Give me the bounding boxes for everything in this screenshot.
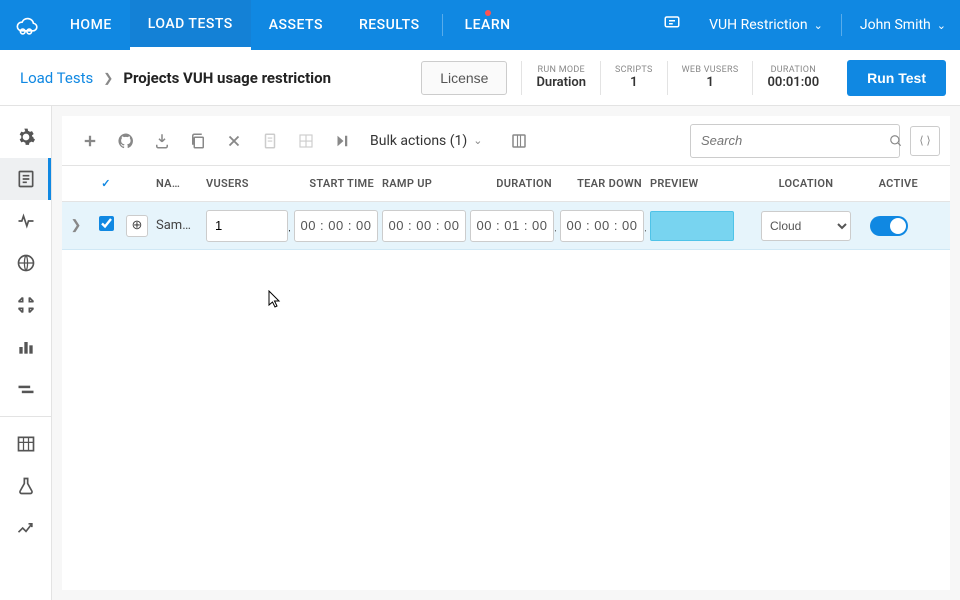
sidebar-table[interactable] [0,423,51,465]
nav-load-tests[interactable]: LOAD TESTS [130,0,251,50]
chevron-down-icon: ⌄ [473,134,482,147]
search-icon[interactable] [889,125,903,157]
page-title: Projects VUH usage restriction [123,69,331,87]
duration-label: DURATION [771,65,816,75]
sidebar-lab[interactable] [0,465,51,507]
scripts-label: SCRIPTS [615,65,653,75]
location-select[interactable]: Cloud [761,211,851,241]
duration-value: 00:01:00 [767,75,819,90]
col-active: ACTIVE [866,177,928,190]
scripts-value: 1 [630,75,637,90]
restriction-dropdown[interactable]: VUH Restriction⌄ [695,17,837,33]
check-all-icon[interactable]: ✓ [90,177,122,190]
runmode-label: RUN MODE [537,65,585,75]
search-input[interactable] [691,133,889,148]
delete-icon[interactable] [216,123,252,159]
sidebar [0,106,52,600]
webvusers-label: WEB VUSERS [682,65,739,75]
script-type-icon: ⊕ [126,215,148,237]
col-tear[interactable]: TEAR DOWN [556,177,646,190]
sidebar-settings[interactable] [0,116,51,158]
bulk-actions-dropdown[interactable]: Bulk actions (1)⌄ [370,133,483,149]
chat-icon[interactable] [649,14,695,36]
nav-home[interactable]: HOME [52,0,130,50]
table-row: ❯ ⊕ Samp… Cloud [62,202,950,250]
sidebar-scripts[interactable] [0,158,51,200]
active-toggle[interactable] [870,216,908,236]
grid-icon[interactable] [288,123,324,159]
table-header: ✓ NA… VUSERS START TIME RAMP UP DURATION… [62,166,950,202]
chevron-down-icon: ⌄ [814,19,823,32]
sub-bar: Load Tests ❯ Projects VUH usage restrict… [0,50,960,106]
sidebar-distribution[interactable] [0,368,51,410]
run-test-button[interactable]: Run Test [847,60,946,96]
col-location[interactable]: LOCATION [746,177,866,190]
toolbar: Bulk actions (1)⌄ ⟨ ⟩ [62,116,950,166]
notification-dot [485,10,491,16]
col-vusers[interactable]: VUSERS [202,177,290,190]
start-time-input[interactable] [294,210,378,242]
nav-divider [442,14,443,36]
col-start[interactable]: START TIME [290,177,378,190]
breadcrumb-link[interactable]: Load Tests [20,69,93,87]
copy-icon[interactable] [180,123,216,159]
expand-icon[interactable]: ⟨ ⟩ [910,126,940,156]
app-logo[interactable] [0,0,52,50]
nav-learn[interactable]: LEARN [447,0,529,50]
nav-results[interactable]: RESULTS [341,0,438,50]
sidebar-collapse[interactable] [0,284,51,326]
download-icon[interactable] [144,123,180,159]
add-button[interactable] [72,123,108,159]
sidebar-monitor[interactable] [0,200,51,242]
rampup-input[interactable] [382,210,466,242]
col-preview: PREVIEW [646,177,746,190]
chevron-down-icon: ⌄ [937,19,946,32]
col-ramp[interactable]: RAMP UP [378,177,466,190]
user-dropdown[interactable]: John Smith⌄ [846,17,960,33]
expand-row-icon[interactable]: ❯ [62,218,90,233]
sidebar-analytics[interactable] [0,326,51,368]
license-button[interactable]: License [421,61,507,95]
top-nav: HOME LOAD TESTS ASSETS RESULTS LEARN VUH… [0,0,960,50]
webvusers-value: 1 [706,75,713,90]
search-box [690,124,900,158]
row-name[interactable]: Samp… [152,218,202,233]
runmode-value: Duration [536,75,586,90]
nav-divider [841,14,842,36]
scripts-panel: Bulk actions (1)⌄ ⟨ ⟩ ✓ NA… VUSERS START… [62,116,950,590]
col-name[interactable]: NA… [152,177,202,190]
col-duration[interactable]: DURATION [466,177,556,190]
row-checkbox[interactable] [99,216,114,231]
document-icon[interactable] [252,123,288,159]
github-icon[interactable] [108,123,144,159]
columns-icon[interactable] [501,123,537,159]
nav-assets[interactable]: ASSETS [251,0,341,50]
breadcrumb-separator: ❯ [103,71,113,85]
preview-sparkline [650,211,734,241]
vusers-input[interactable] [206,210,288,242]
sidebar-trend[interactable] [0,507,51,549]
sidebar-globe[interactable] [0,242,51,284]
teardown-input[interactable] [560,210,644,242]
duration-input[interactable] [470,210,554,242]
skip-icon[interactable] [324,123,360,159]
